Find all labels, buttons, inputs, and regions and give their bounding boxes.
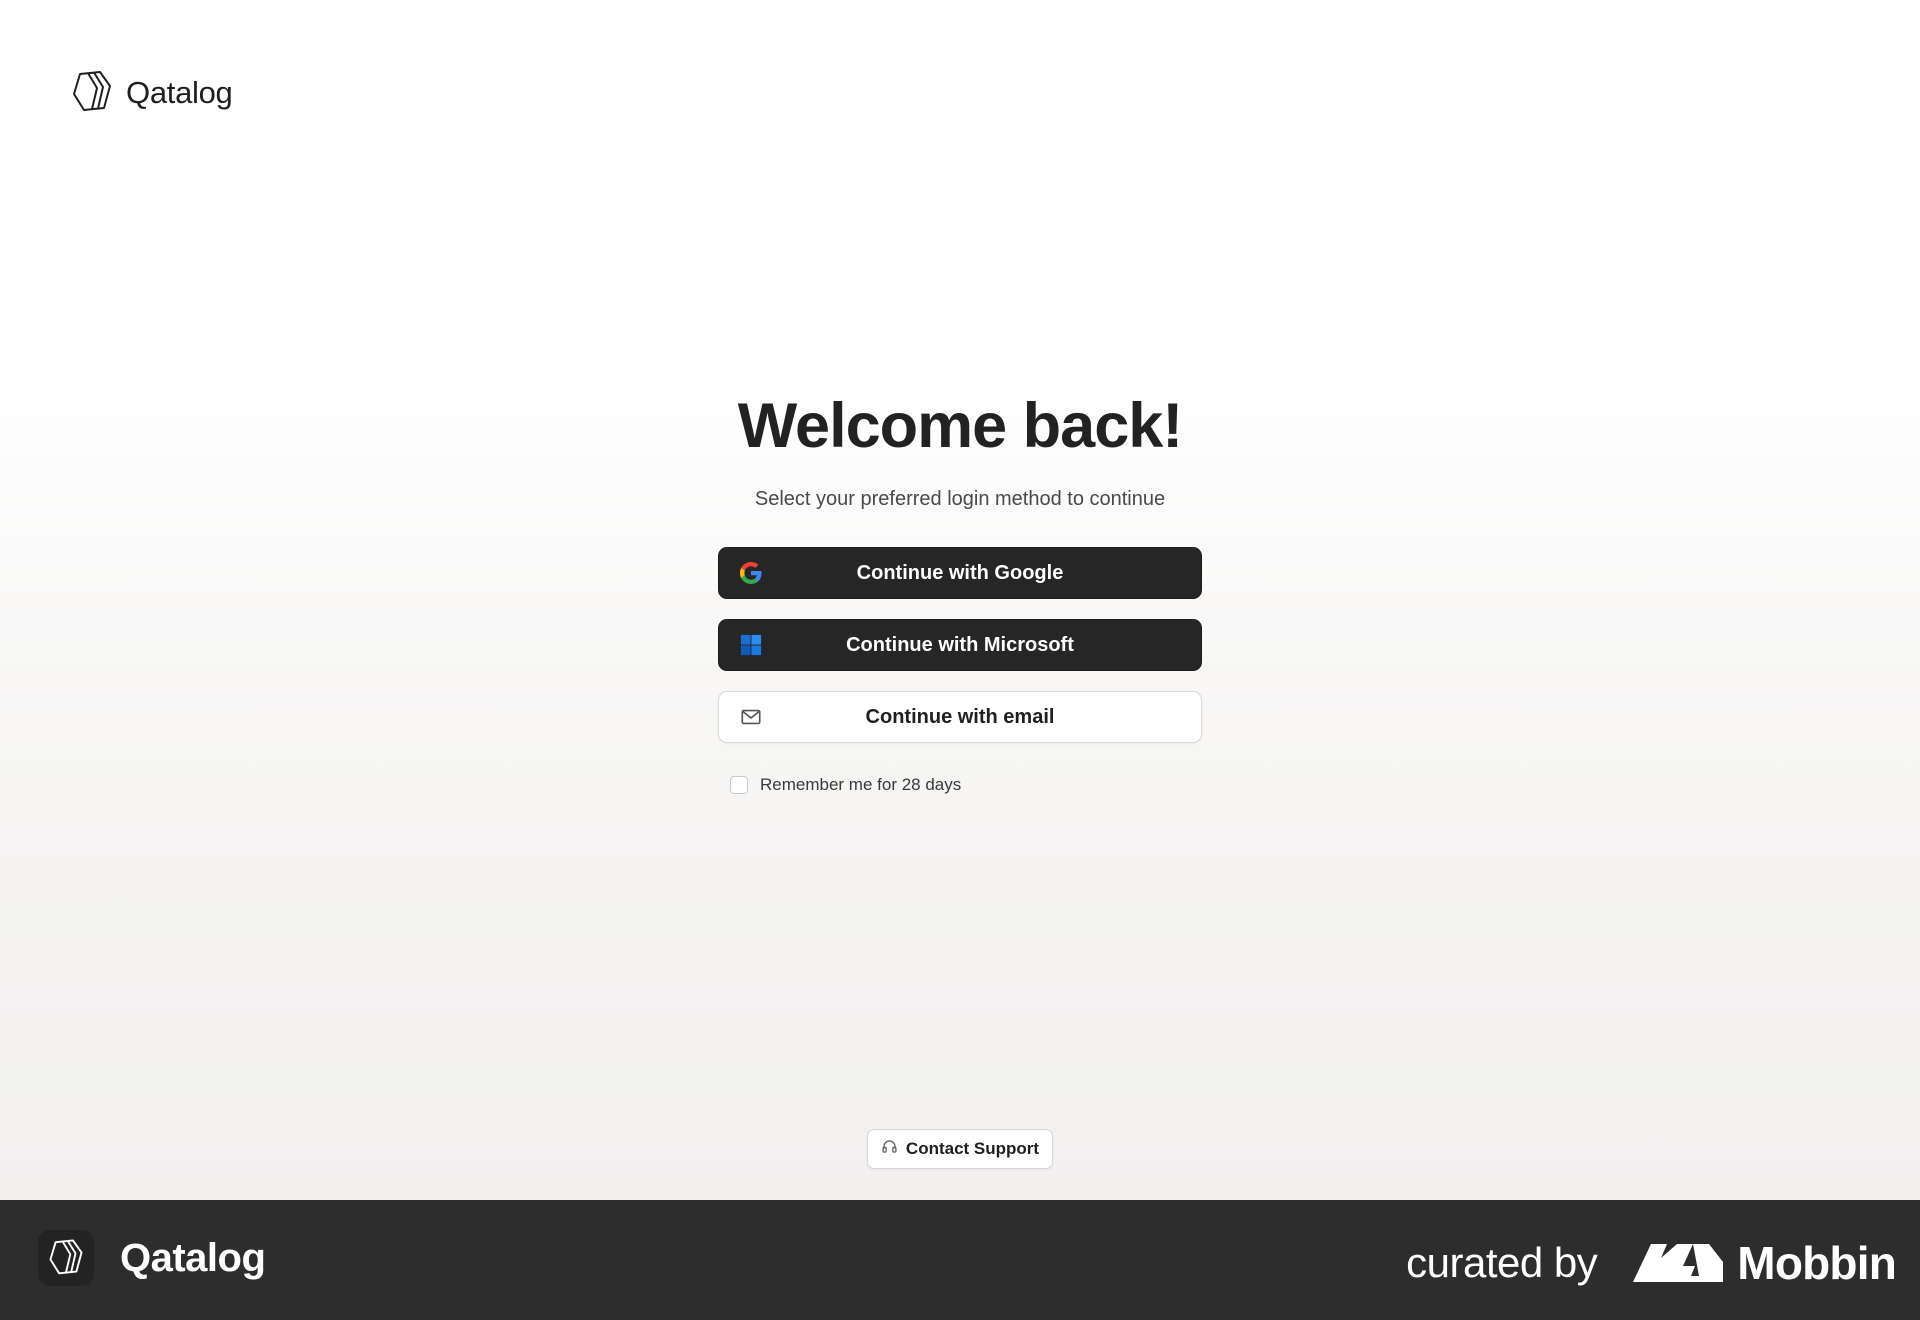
brand-name: Qatalog <box>126 74 233 110</box>
mail-icon <box>739 705 763 729</box>
footer-app: Qatalog <box>38 1230 266 1286</box>
mobbin-logo-icon <box>1633 1240 1724 1287</box>
login-methods: Continue with Google Continue with Micro… <box>718 547 1202 743</box>
headset-icon <box>881 1138 898 1160</box>
remember-me-checkbox[interactable] <box>730 776 748 794</box>
curated-by-label: curated by <box>1406 1239 1598 1286</box>
footer-app-name: Qatalog <box>120 1235 266 1280</box>
qatalog-logo-icon <box>70 68 114 117</box>
page-subtitle: Select your preferred login method to co… <box>754 488 1166 510</box>
continue-with-email-button[interactable]: Continue with email <box>718 691 1202 743</box>
qatalog-logo-icon <box>47 1237 85 1280</box>
app-tile <box>38 1230 94 1286</box>
footer-bar: Qatalog curated by Mobbin <box>0 1200 1920 1320</box>
google-button-label: Continue with Google <box>856 561 1064 584</box>
contact-support-button[interactable]: Contact Support <box>867 1129 1053 1169</box>
header-logo[interactable]: Qatalog <box>70 68 233 117</box>
email-button-label: Continue with email <box>865 705 1055 728</box>
curated-by: curated by Mobbin <box>1406 1236 1897 1290</box>
contact-support-label: Contact Support <box>905 1139 1040 1158</box>
remember-me-row: Remember me for 28 days <box>730 775 961 795</box>
login-panel: Welcome back! Select your preferred logi… <box>0 390 1920 795</box>
remember-me-label: Remember me for 28 days <box>760 775 962 794</box>
page-title: Welcome back! <box>737 391 1184 461</box>
mobbin-brand: Mobbin <box>1633 1236 1897 1290</box>
continue-with-microsoft-button[interactable]: Continue with Microsoft <box>718 619 1202 671</box>
google-icon <box>739 561 763 585</box>
microsoft-button-label: Continue with Microsoft <box>846 633 1074 656</box>
mobbin-wordmark: Mobbin <box>1737 1237 1897 1289</box>
continue-with-google-button[interactable]: Continue with Google <box>718 547 1202 599</box>
login-page: Qatalog Welcome back! Select your prefer… <box>0 0 1920 1200</box>
microsoft-icon <box>739 633 763 657</box>
